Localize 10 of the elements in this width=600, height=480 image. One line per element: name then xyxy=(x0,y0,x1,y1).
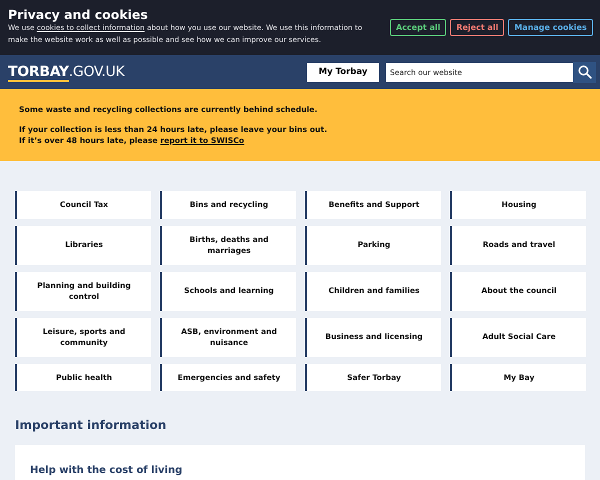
site-logo[interactable]: TORBAY.GOV.UK xyxy=(8,64,124,80)
cookie-banner-title: Privacy and cookies xyxy=(8,7,149,22)
search-icon xyxy=(578,65,592,79)
card-title: Help with the cost of living xyxy=(30,465,182,476)
section-heading: Important information xyxy=(15,417,168,433)
account-button[interactable]: My Torbay xyxy=(307,62,379,82)
manage-cookies-button[interactable]: Manage cookies xyxy=(508,19,593,36)
reject-cookies-button[interactable]: Reject all xyxy=(450,19,504,36)
accept-cookies-button[interactable]: Accept all xyxy=(390,19,446,36)
search-button[interactable] xyxy=(573,62,596,82)
